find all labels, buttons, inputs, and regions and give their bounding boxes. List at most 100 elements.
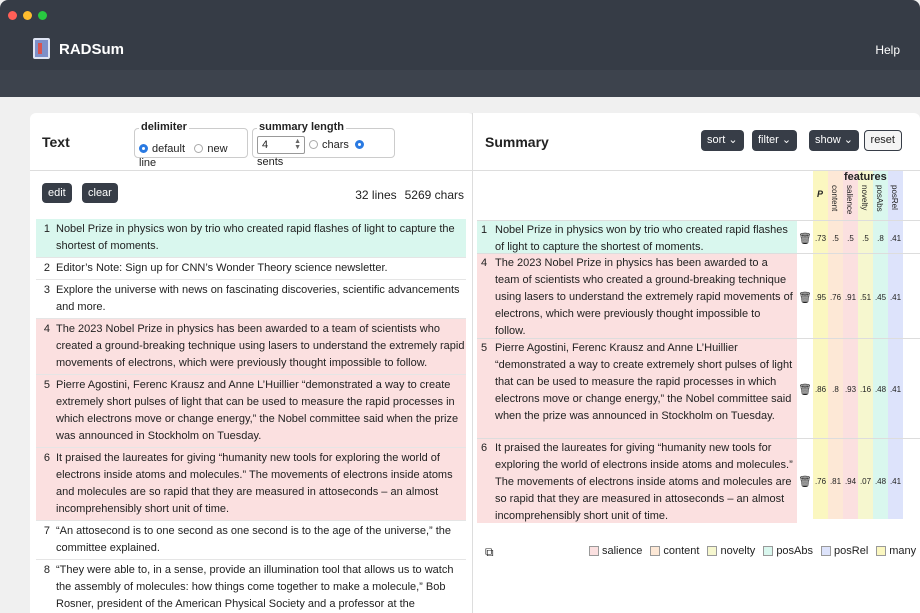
summary-row[interactable]: 1 Nobel Prize in physics won by trio who … (477, 220, 920, 254)
close-window-button[interactable] (8, 11, 17, 20)
text-panel-title: Text (42, 134, 70, 150)
minimize-window-button[interactable] (23, 11, 32, 20)
legend-swatch (821, 546, 832, 556)
feature-value: .8 (877, 234, 884, 243)
salience-header: salience (845, 185, 854, 215)
legend-item: many (876, 545, 916, 557)
legend-swatch (763, 546, 774, 556)
p-score: .76 (814, 477, 827, 486)
novelty-header: novelty (860, 185, 869, 211)
line-text: It praised the laureates for giving “hum… (56, 452, 453, 515)
line-text: “They were able to, in a sense, provide … (56, 564, 454, 610)
line-number: 3 (43, 284, 50, 296)
app-header: RADSum Help (0, 0, 920, 97)
feature-value: .41 (889, 477, 902, 486)
legend-label: many (889, 545, 917, 557)
feature-value: .81 (829, 477, 842, 486)
legend-swatch (650, 546, 661, 556)
reset-button[interactable]: reset (863, 130, 902, 151)
summary-row[interactable]: 5 Pierre Agostini, Ferenc Krausz and Anne… (477, 338, 920, 439)
feature-value: .51 (859, 293, 872, 302)
sort-button[interactable]: sort ⌄ (701, 130, 744, 151)
features-header: features (844, 171, 887, 183)
posrel-header: posRel (890, 185, 899, 210)
legend-item: content (650, 545, 699, 557)
text-lines-list: 1 Nobel Prize in physics won by trio who … (36, 219, 466, 613)
feature-value: .76 (829, 293, 842, 302)
line-text: Explore the universe with news on fascin… (56, 284, 460, 313)
summary-panel-header: Summary sort ⌄ filter ⌄ show ⌄ reset (473, 113, 920, 171)
legend-label: content (663, 545, 700, 557)
line-number: 4 (43, 323, 50, 335)
feature-value: .5 (847, 234, 854, 243)
help-link[interactable]: Help (875, 43, 900, 57)
copy-icon[interactable]: ⧉ (485, 545, 494, 560)
maximize-window-button[interactable] (38, 11, 47, 20)
stepper-icon[interactable]: ▲ ▼ (294, 138, 301, 151)
summary-row[interactable]: 6 It praised the laureates for giving “hu… (477, 438, 920, 523)
text-panel-header: Text delimiter default new line summary … (30, 113, 474, 171)
posabs-header: posAbs (875, 185, 884, 212)
text-line[interactable]: 1 Nobel Prize in physics won by trio who … (36, 219, 466, 258)
text-line[interactable]: 5 Pierre Agostini, Ferenc Krausz and Anne… (36, 375, 466, 448)
trash-icon[interactable]: 🗑 (798, 232, 812, 245)
line-number: 1 (43, 223, 50, 235)
delimiter-default-label: default (152, 143, 186, 155)
chevron-down-icon: ⌄ (843, 134, 853, 146)
clear-button[interactable]: clear (82, 183, 118, 203)
text-line[interactable]: 3 Explore the universe with news on fasci… (36, 280, 466, 319)
summary-line-number: 5 (481, 342, 488, 354)
feature-value: .8 (832, 385, 839, 394)
delimiter-newline-radio[interactable] (194, 144, 204, 153)
summary-sentence: 6 It praised the laureates for giving “hu… (477, 439, 797, 523)
feature-value: .48 (874, 477, 887, 486)
feature-value: .5 (862, 234, 869, 243)
feature-value: .45 (874, 293, 887, 302)
text-line[interactable]: 6 It praised the laureates for giving “hu… (36, 448, 466, 521)
p-score: .73 (814, 234, 827, 243)
text-line[interactable]: 2 Editor’s Note: Sign up for CNN’s Wonder… (36, 258, 466, 280)
show-button[interactable]: show ⌄ (809, 130, 859, 151)
edit-button[interactable]: edit (42, 183, 72, 203)
text-line[interactable]: 7 “An attosecond is to one second as one … (36, 521, 466, 560)
summary-length-label: summary length (257, 121, 346, 133)
legend-swatch (589, 546, 599, 556)
legend-swatch (876, 546, 887, 556)
line-text: Nobel Prize in physics won by trio who c… (56, 223, 455, 252)
line-text: Editor’s Note: Sign up for CNN’s Wonder … (56, 262, 388, 274)
line-text: Pierre Agostini, Ferenc Krausz and Anne … (56, 379, 459, 442)
summary-line-number: 6 (481, 442, 488, 454)
legend-swatch (707, 546, 718, 556)
unit-chars-radio[interactable] (309, 140, 318, 150)
chevron-down-icon: ⌄ (728, 134, 738, 146)
summary-length-group: summary length 4 ▲ ▼ chars sents (252, 121, 395, 168)
chevron-down-icon: ⌄ (781, 134, 792, 146)
line-number: 2 (43, 262, 50, 274)
line-text: “An attosecond is to one second as one s… (56, 525, 452, 554)
summary-text: The 2023 Nobel Prize in physics has been… (495, 257, 793, 337)
legend-item: novelty (707, 545, 755, 557)
trash-icon[interactable]: 🗑 (798, 291, 812, 304)
content-header: content (830, 185, 839, 212)
unit-sents-radio[interactable] (354, 140, 364, 150)
summary-length-input[interactable]: 4 ▲ ▼ (257, 136, 305, 154)
delimiter-default-radio[interactable] (139, 144, 148, 153)
filter-button[interactable]: filter ⌄ (752, 130, 798, 151)
trash-icon[interactable]: 🗑 (798, 475, 812, 488)
summary-row[interactable]: 4 The 2023 Nobel Prize in physics has bee… (477, 253, 920, 339)
feature-value: .41 (889, 293, 902, 302)
feature-value: .07 (859, 477, 872, 486)
text-stats: 32 lines 5269 chars (355, 188, 464, 202)
app-title: RADSum (59, 41, 125, 58)
feature-value: .41 (889, 234, 902, 243)
legend-item: salience (589, 545, 642, 557)
delimiter-label: delimiter (139, 121, 189, 133)
text-line[interactable]: 4 The 2023 Nobel Prize in physics has bee… (36, 319, 466, 375)
text-line[interactable]: 8 “They were able to, in a sense, provide… (36, 560, 466, 613)
line-number: 6 (43, 452, 50, 464)
feature-value: .16 (859, 385, 872, 394)
summary-sentence: 5 Pierre Agostini, Ferenc Krausz and Anne… (477, 339, 797, 439)
trash-icon[interactable]: 🗑 (798, 383, 812, 396)
feature-value: .41 (889, 385, 902, 394)
summary-panel: Summary sort ⌄ filter ⌄ show ⌄ reset fea… (472, 113, 920, 613)
